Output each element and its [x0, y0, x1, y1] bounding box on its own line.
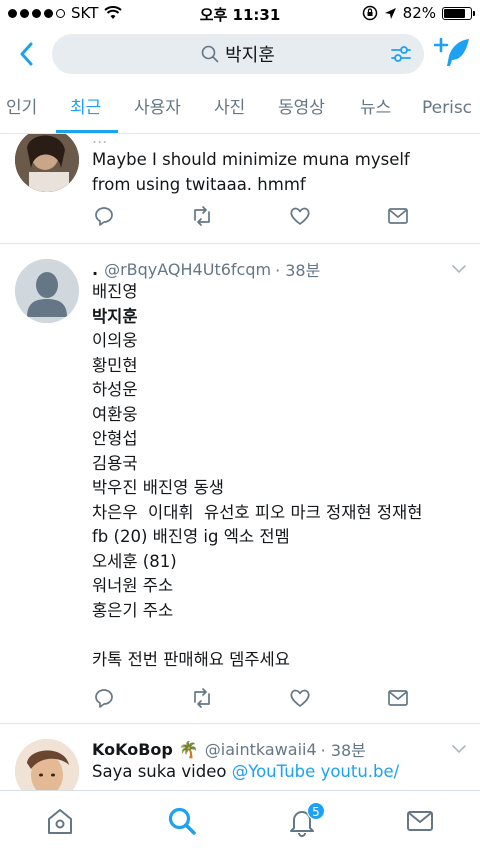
tweet-header: . @rBqyAQH4Ut6fcqm · 38분: [92, 258, 466, 281]
tweet-url-link[interactable]: youtu.be/: [321, 762, 400, 781]
tweet-text-line: 오세훈 (81): [92, 551, 177, 571]
retweet-icon[interactable]: [190, 204, 214, 228]
location-arrow-icon: [384, 7, 396, 19]
like-icon[interactable]: [288, 204, 312, 228]
tweet-text-line: 이의웅: [92, 331, 138, 350]
tweet-text-line: fb (20) 배진영 ig 엑소 전멤: [92, 527, 290, 546]
status-right: 82%: [362, 4, 475, 22]
tweet-handle[interactable]: @rBqyAQH4Ut6fcqm: [104, 260, 271, 279]
battery-percent: 82%: [402, 4, 436, 22]
tab-latest[interactable]: 최근: [70, 82, 101, 133]
avatar[interactable]: [15, 259, 79, 323]
tab-videos[interactable]: 동영상: [278, 82, 325, 133]
tweet-text-line: 워너원 주소: [92, 576, 174, 595]
tweet-time: · 38분: [275, 261, 321, 280]
chevron-left-icon: [20, 42, 33, 66]
reply-icon[interactable]: [92, 204, 116, 228]
reply-icon[interactable]: [92, 686, 116, 710]
tweet-text-line: 카톡 전번 판매해요 뎀주세요: [92, 649, 290, 669]
tweet-item[interactable]: ... Maybe I should minimize muna myself …: [0, 134, 480, 244]
search-icon: [201, 45, 219, 63]
tweet-mention-link[interactable]: @YouTube: [232, 762, 316, 781]
avatar-photo: [15, 739, 79, 790]
avatar-photo: [15, 134, 79, 192]
retweet-icon[interactable]: [190, 686, 214, 710]
active-tab-indicator: [56, 130, 118, 133]
battery-icon: [442, 6, 475, 20]
tweet-text-line: 하성운: [92, 380, 138, 399]
tweet-feed[interactable]: ... Maybe I should minimize muna myself …: [0, 134, 480, 790]
tweet-text-line: 홍은기 주소: [92, 600, 174, 620]
bottom-tab-bar: [0, 790, 480, 854]
messages-icon[interactable]: [404, 805, 436, 837]
chevron-down-icon[interactable]: [452, 264, 466, 274]
tweet-text-line: [92, 623, 466, 648]
like-icon[interactable]: [288, 686, 312, 710]
tweet-text-line: 황민현: [92, 355, 138, 375]
tweet-text-line: 차은우 이대휘 유선호 피오 마크 정재현 정재현: [92, 502, 423, 522]
tab-top[interactable]: 인기: [6, 82, 37, 133]
tweet-body: ... Maybe I should minimize muna myself …: [92, 134, 466, 197]
tweet-text-line: 배진영: [92, 282, 138, 301]
tweet-text: 배진영박지훈이의웅황민현하성운여환웅안형섭김용국박우진 배진영 동생차은우 이대…: [92, 280, 466, 672]
tweet-text-line: 김용국: [92, 453, 138, 473]
tweet-time: · 38분: [320, 741, 366, 760]
tweet-actions: [92, 204, 412, 232]
sliders-icon[interactable]: [390, 43, 412, 65]
compose-tweet-icon[interactable]: [434, 36, 472, 72]
tweet-header: KoKoBop 🌴 @iaintkawaii4 · 38분: [92, 738, 466, 761]
search-input[interactable]: 박지훈: [52, 34, 424, 74]
tweet-body: . @rBqyAQH4Ut6fcqm · 38분 배진영박지훈이의웅황민현하성운…: [92, 258, 466, 672]
avatar[interactable]: [15, 134, 79, 192]
back-button[interactable]: [12, 38, 40, 70]
tweet-item[interactable]: KoKoBop 🌴 @iaintkawaii4 · 38분 Saya suka …: [0, 724, 480, 790]
tweet-text: Saya suka video @YouTube youtu.be/: [92, 760, 466, 785]
tweet-author-name[interactable]: .: [92, 260, 98, 279]
chevron-down-icon[interactable]: [452, 744, 466, 754]
avatar[interactable]: [15, 739, 79, 790]
palm-tree-emoji: 🌴: [178, 739, 199, 759]
tweet-item[interactable]: . @rBqyAQH4Ut6fcqm · 38분 배진영박지훈이의웅황민현하성운…: [0, 244, 480, 724]
status-bar: SKT 오후 11:31 82%: [0, 0, 480, 28]
search-icon[interactable]: [166, 805, 198, 837]
tweet-handle[interactable]: @iaintkawaii4: [205, 740, 317, 759]
tab-periscope[interactable]: Perisc: [422, 82, 472, 133]
tab-news[interactable]: 뉴스: [360, 82, 391, 133]
direct-message-icon[interactable]: [386, 686, 410, 710]
default-avatar-icon: [15, 259, 79, 323]
search-query: 박지훈: [201, 41, 275, 67]
rotation-lock-icon: [362, 5, 377, 21]
direct-message-icon[interactable]: [386, 204, 410, 228]
search-header: 박지훈: [0, 28, 480, 80]
home-icon[interactable]: [44, 805, 76, 837]
tab-people[interactable]: 사용자: [134, 82, 181, 133]
tweet-text-line: 안형섭: [92, 429, 138, 448]
tweet-header-partial: ...: [92, 134, 466, 148]
tweet-text-line: 여환웅: [92, 404, 138, 424]
tab-photos[interactable]: 사진: [214, 82, 245, 133]
tweet-actions: [92, 686, 412, 714]
notification-badge: 5: [307, 802, 325, 820]
tweet-author-name[interactable]: KoKoBop: [92, 740, 173, 759]
tweet-body: KoKoBop 🌴 @iaintkawaii4 · 38분 Saya suka …: [92, 738, 466, 785]
tweet-text-line: 박우진 배진영 동생: [92, 478, 224, 497]
tweet-header-text: ...: [92, 134, 108, 147]
tweet-text-prefix: Saya suka video: [92, 762, 232, 781]
tweet-text: Maybe I should minimize muna myself from…: [92, 150, 410, 194]
search-query-text: 박지훈: [225, 45, 275, 66]
search-tabs: 인기 최근 사용자 사진 동영상 뉴스 Perisc: [0, 82, 480, 134]
tweet-text-line: 박지훈: [92, 306, 138, 326]
